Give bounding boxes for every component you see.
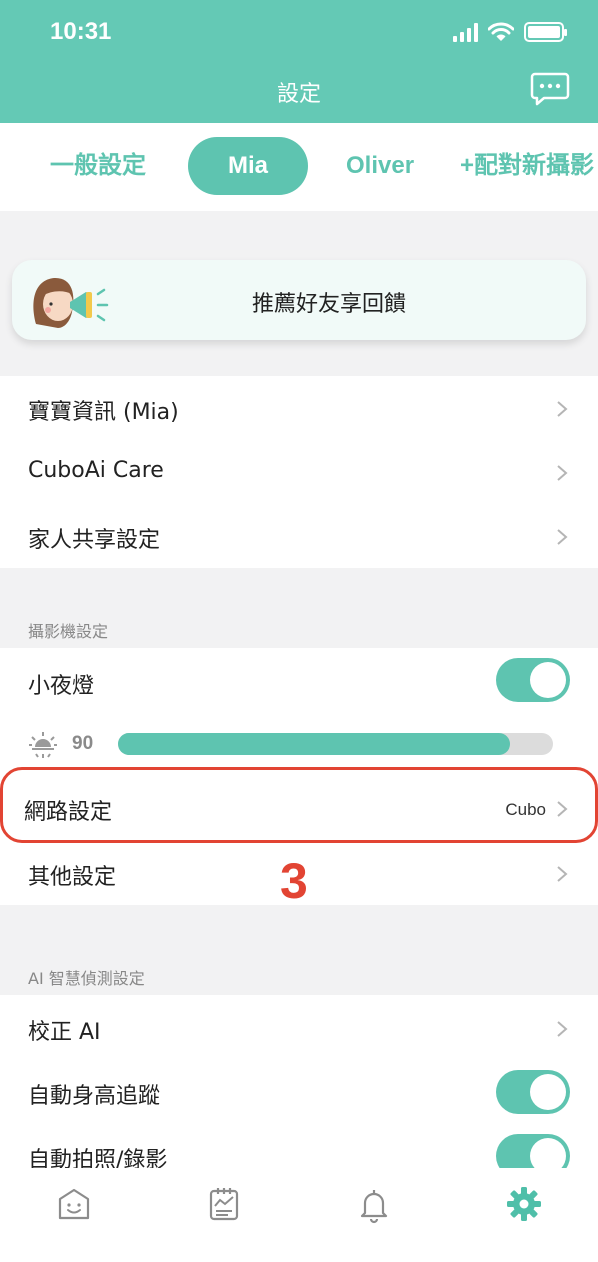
chevron-right-icon [557,866,568,882]
app-header: 10:31 設定 [0,0,598,123]
cuboai-care-row[interactable]: CuboAi Care [0,440,598,504]
tab-oliver[interactable]: Oliver [346,137,414,195]
baby-info-label: 寶寶資訊 (Mia) [28,400,179,425]
device-tabs: 一般設定 Mia Oliver +配對新攝影 [0,123,598,211]
other-settings-label: 其他設定 [28,865,117,890]
page-title: 設定 [276,82,321,107]
referral-banner[interactable]: 推薦好友享回饋 [12,260,586,340]
sun-icon [29,732,57,758]
auto-capture-toggle-clip [0,1124,598,1168]
auto-capture-toggle[interactable] [496,1134,570,1168]
brightness-slider-fill [118,733,510,755]
baby-info-row[interactable]: 寶寶資訊 (Mia) [0,376,598,440]
bell-icon[interactable] [354,1184,394,1224]
gear-icon[interactable] [504,1184,544,1224]
network-settings-highlight [0,767,598,843]
cuboai-care-label: CuboAi Care [28,458,164,483]
family-sharing-row[interactable]: 家人共享設定 [0,504,598,568]
tab-general-settings[interactable]: 一般設定 [50,137,146,195]
night-light-toggle[interactable] [496,658,570,702]
chevron-right-icon [557,529,568,545]
chevron-right-icon [557,465,568,481]
home-icon[interactable] [54,1184,94,1224]
chevron-right-icon [557,1021,568,1037]
auto-height-label: 自動身高追蹤 [28,1084,161,1109]
calibrate-ai-label: 校正 AI [28,1020,101,1045]
battery-icon [524,22,567,42]
status-time: 10:31 [50,18,112,45]
wifi-icon [488,22,514,41]
chat-icon[interactable] [530,72,570,106]
tab-pair-new-camera[interactable]: +配對新攝影 [460,137,594,195]
brightness-control: 90 [0,718,598,770]
tab-mia[interactable]: Mia [188,137,308,195]
bottom-tab-bar [0,1168,598,1262]
step-number-annotation: 3 [280,853,308,909]
camera-section-title: 攝影機設定 [28,622,109,641]
brightness-slider[interactable] [118,733,553,755]
brightness-value: 90 [72,733,94,754]
signal-icon [453,22,478,42]
night-light-label: 小夜燈 [28,674,95,699]
calibrate-ai-row[interactable]: 校正 AI [0,996,598,1060]
ai-section-title: AI 智慧偵測設定 [28,969,145,988]
chevron-right-icon [557,401,568,417]
family-sharing-label: 家人共享設定 [28,528,161,553]
status-icons [453,22,567,42]
auto-height-toggle[interactable] [496,1070,570,1114]
referral-banner-text: 推薦好友享回饋 [251,292,406,317]
report-icon[interactable] [204,1184,244,1224]
